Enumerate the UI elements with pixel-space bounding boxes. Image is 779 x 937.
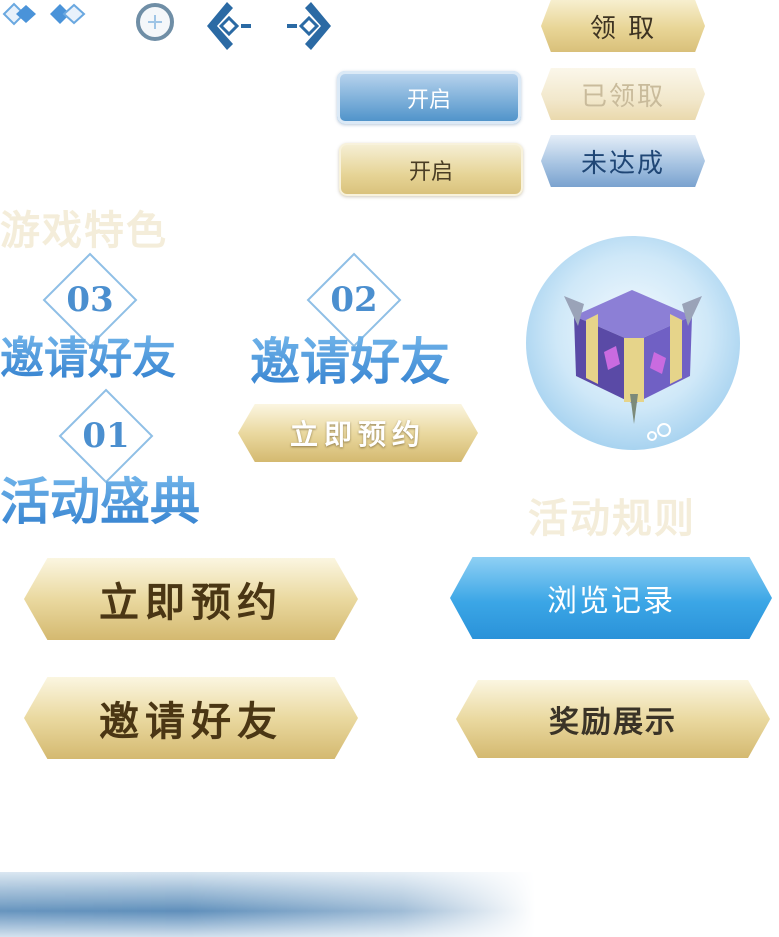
claim-button[interactable]: 领 取 [541,0,705,52]
invite-friends-large-label: 邀请好友 [99,698,283,745]
arrow-right-icon[interactable] [285,0,335,50]
reserve-now-button-small[interactable]: 立即预约 [238,404,478,462]
claimed-button: 已领取 [541,68,705,120]
reserve-now-small-label: 立即预约 [289,418,426,451]
claimed-button-label: 已领取 [580,81,665,112]
step-number: 03 [66,280,114,320]
arrow-left-icon[interactable] [203,0,253,50]
reward-display-button[interactable]: 奖励展示 [456,680,770,758]
invite-friends-button-large[interactable]: 邀请好友 [24,677,358,759]
open-button-gold-label: 开启 [408,159,453,185]
reserve-now-button-large[interactable]: 立即预约 [24,558,358,640]
open-button-blue-label: 开启 [406,87,451,113]
reserve-now-large-label: 立即预约 [99,579,283,626]
open-button-gold[interactable]: 开启 [339,143,523,196]
step-number: 02 [330,280,378,320]
not-reached-button-label: 未达成 [580,148,665,179]
browse-history-label: 浏览记录 [547,584,675,619]
step-title: 邀请好友 [0,322,176,386]
browse-history-button[interactable]: 浏览记录 [450,557,772,639]
treasure-chest-icon [526,236,740,450]
section-title-game-features: 游戏特色 [0,207,168,254]
reward-display-label: 奖励展示 [549,705,677,740]
plus-circle-icon[interactable] [134,3,176,41]
step-title: 活动盛典 [0,462,200,534]
not-reached-button: 未达成 [541,135,705,187]
diamond-pair-icon [2,2,86,26]
decorative-bar [0,872,535,937]
section-title-event-rules: 活动规则 [528,495,696,542]
open-button-blue[interactable]: 开启 [337,71,521,124]
step-number: 01 [82,416,130,456]
step-title: 邀请好友 [250,322,450,394]
claim-button-label: 领 取 [589,13,657,44]
